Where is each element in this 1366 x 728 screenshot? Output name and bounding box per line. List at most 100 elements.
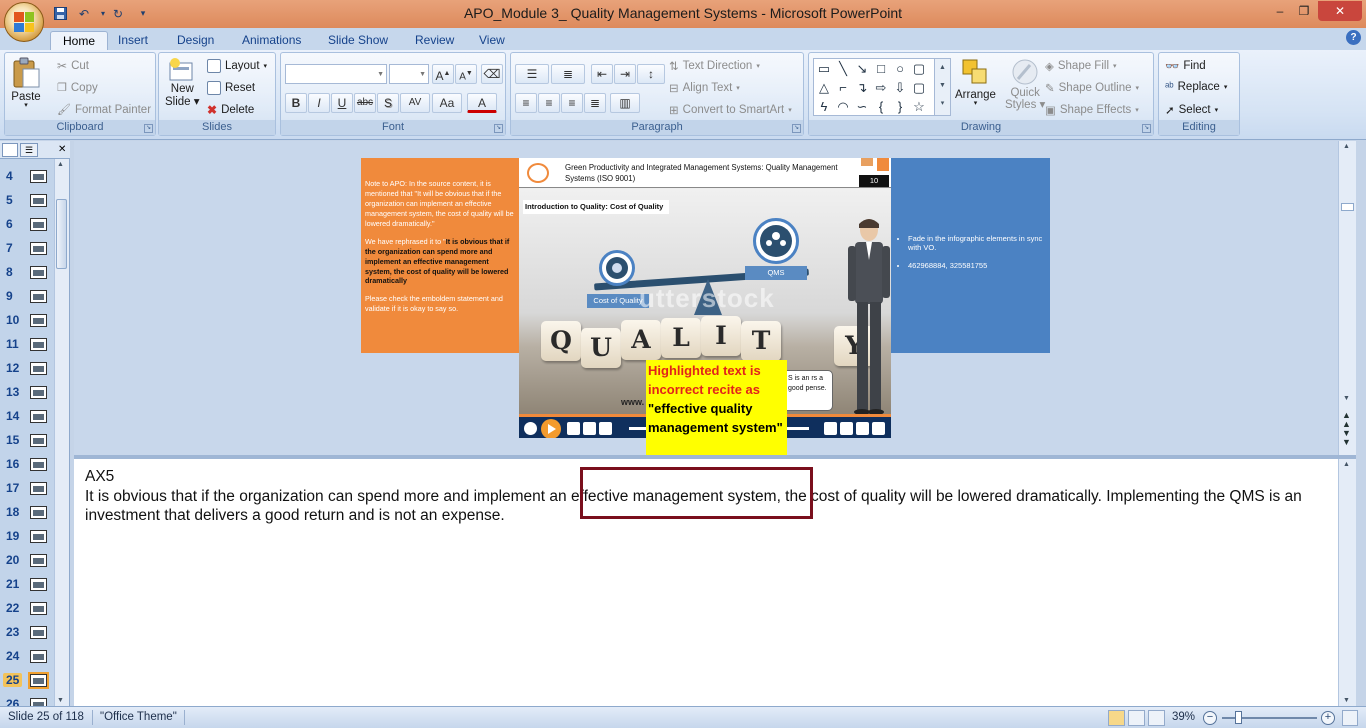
- italic-button[interactable]: I: [308, 93, 330, 113]
- clear-formatting-icon[interactable]: ⌫: [481, 64, 503, 84]
- slide-thumbnail[interactable]: 20: [0, 549, 54, 573]
- normal-view-icon[interactable]: [1108, 710, 1125, 726]
- zoom-out-icon[interactable]: −: [1203, 711, 1217, 725]
- scroll-thumb[interactable]: [1341, 203, 1354, 211]
- slide-thumbnail[interactable]: 14: [0, 405, 54, 429]
- strikethrough-button[interactable]: abc: [354, 93, 376, 113]
- tab-view[interactable]: View: [467, 31, 517, 50]
- arc-shape-icon[interactable]: ◠: [834, 98, 852, 115]
- next-slide-icon[interactable]: ▼ ▼: [1342, 429, 1351, 447]
- shape-effects-button[interactable]: ▣ Shape Effects ▾: [1045, 103, 1139, 117]
- align-center-icon[interactable]: ≡: [538, 93, 560, 113]
- slide-thumbnail[interactable]: 17: [0, 477, 54, 501]
- scroll-up-icon[interactable]: ▲: [1343, 143, 1350, 150]
- play-button[interactable]: [541, 419, 561, 438]
- scroll-up-icon[interactable]: ▲: [1343, 461, 1350, 468]
- arrange-button[interactable]: Arrange ▾: [955, 57, 996, 107]
- rewind-icon[interactable]: [567, 422, 580, 435]
- slide-thumbnail[interactable]: 22: [0, 597, 54, 621]
- slide-thumbnail[interactable]: 15: [0, 429, 54, 453]
- text-direction-button[interactable]: ⇅ Text Direction ▾: [669, 59, 760, 73]
- help-icon[interactable]: ?: [1346, 30, 1361, 45]
- triangle-shape-icon[interactable]: △: [815, 79, 833, 96]
- slide-thumbnail[interactable]: 13: [0, 381, 54, 405]
- slide-thumbnail[interactable]: 24: [0, 645, 54, 669]
- review-callout[interactable]: Highlighted text is incorrect recite as …: [646, 360, 787, 457]
- down-arrow-shape-icon[interactable]: ⇩: [891, 79, 909, 96]
- slide-thumbnail[interactable]: 8: [0, 261, 54, 285]
- rectangle-shape-icon[interactable]: □: [872, 60, 890, 77]
- shadow-button[interactable]: S: [377, 93, 399, 113]
- zoom-level[interactable]: 39%: [1172, 711, 1195, 723]
- slide-thumbnail[interactable]: 9: [0, 285, 54, 309]
- new-slide-button[interactable]: New Slide ▾: [165, 57, 200, 109]
- convert-smartart-button[interactable]: ⊞ Convert to SmartArt ▾: [669, 103, 792, 117]
- tab-animations[interactable]: Animations: [230, 31, 313, 50]
- format-painter-button[interactable]: 🖌 Format Painter: [57, 103, 151, 117]
- align-right-icon[interactable]: ≡: [561, 93, 583, 113]
- slide-sorter-icon[interactable]: [1128, 710, 1145, 726]
- elbow-connector-shape-icon[interactable]: ⌐: [834, 79, 852, 96]
- columns-icon[interactable]: ▥: [610, 93, 640, 113]
- shape-outline-button[interactable]: ✎ Shape Outline ▾: [1045, 81, 1139, 95]
- line-shape-icon[interactable]: ╲: [834, 60, 852, 77]
- font-launcher-icon[interactable]: ↘: [494, 124, 503, 133]
- bullets-icon[interactable]: ☰: [515, 64, 549, 84]
- restore-button[interactable]: ❐: [1290, 1, 1318, 21]
- rounded-square-shape-icon[interactable]: ▢: [910, 79, 928, 96]
- zoom-in-icon[interactable]: +: [1321, 711, 1335, 725]
- decrease-indent-icon[interactable]: ⇤: [591, 64, 613, 84]
- fit-to-window-icon[interactable]: [1342, 710, 1358, 726]
- scroll-down-icon[interactable]: ▼: [1343, 697, 1350, 704]
- zoom-slider-thumb[interactable]: [1235, 711, 1242, 724]
- change-case-button[interactable]: Aa: [432, 93, 462, 113]
- slide-thumbnail[interactable]: 12: [0, 357, 54, 381]
- slide-thumbnail[interactable]: 26: [0, 693, 54, 706]
- blue-notes-box[interactable]: Fade in the infographic elements in sync…: [890, 158, 1050, 353]
- underline-button[interactable]: U: [331, 93, 353, 113]
- scroll-thumb[interactable]: [56, 199, 67, 269]
- office-button[interactable]: [4, 2, 44, 42]
- scroll-down-icon[interactable]: ▼: [1343, 395, 1350, 402]
- drawing-launcher-icon[interactable]: ↘: [1142, 124, 1151, 133]
- reset-button[interactable]: Reset: [207, 81, 255, 95]
- forward-icon[interactable]: [583, 422, 596, 435]
- character-spacing-button[interactable]: AV: [400, 93, 430, 113]
- slide-thumbnail[interactable]: 18: [0, 501, 54, 525]
- find-button[interactable]: 👓 Find: [1165, 59, 1206, 73]
- justify-icon[interactable]: ≣: [584, 93, 606, 113]
- font-name-combo[interactable]: ▼: [285, 64, 387, 84]
- textbox-shape-icon[interactable]: ▭: [815, 60, 833, 77]
- shape-fill-button[interactable]: ◈ Shape Fill ▾: [1045, 59, 1117, 73]
- outline-tab-icon[interactable]: ☰: [20, 143, 38, 157]
- cut-button[interactable]: ✂ Cut: [57, 59, 89, 73]
- skip-icon[interactable]: [599, 422, 612, 435]
- slide-thumbnail[interactable]: 23: [0, 621, 54, 645]
- paste-button[interactable]: Paste ▾: [11, 57, 41, 109]
- slides-panel-scrollbar[interactable]: ▲ ▼: [54, 159, 69, 706]
- tab-design[interactable]: Design: [165, 31, 226, 50]
- left-brace-shape-icon[interactable]: {: [872, 98, 890, 115]
- numbering-icon[interactable]: ≣: [551, 64, 585, 84]
- lightning-shape-icon[interactable]: ϟ: [815, 98, 833, 115]
- tab-slide-show[interactable]: Slide Show: [316, 31, 400, 50]
- volume-icon[interactable]: [824, 422, 837, 435]
- delete-button[interactable]: ✖ Delete: [207, 103, 254, 117]
- slide-thumbnail[interactable]: 11: [0, 333, 54, 357]
- slide-vertical-scrollbar[interactable]: ▲ ▼ ▲ ▲ ▼ ▼: [1338, 141, 1356, 455]
- tab-review[interactable]: Review: [403, 31, 466, 50]
- layout-button[interactable]: Layout ▾: [207, 59, 267, 73]
- slide-thumbnail[interactable]: 10: [0, 309, 54, 333]
- right-arrow-shape-icon[interactable]: ⇨: [872, 79, 890, 96]
- clipboard-launcher-icon[interactable]: ↘: [144, 124, 153, 133]
- font-color-button[interactable]: A: [467, 93, 497, 113]
- tab-home[interactable]: Home: [50, 31, 109, 50]
- bold-button[interactable]: B: [285, 93, 307, 113]
- exit-icon[interactable]: [872, 422, 885, 435]
- increase-indent-icon[interactable]: ⇥: [614, 64, 636, 84]
- slide-thumbnail[interactable]: 19: [0, 525, 54, 549]
- slide-thumbnail[interactable]: 4: [0, 165, 54, 189]
- paragraph-launcher-icon[interactable]: ↘: [792, 124, 801, 133]
- align-text-button[interactable]: ⊟ Align Text ▾: [669, 81, 740, 95]
- right-brace-shape-icon[interactable]: }: [891, 98, 909, 115]
